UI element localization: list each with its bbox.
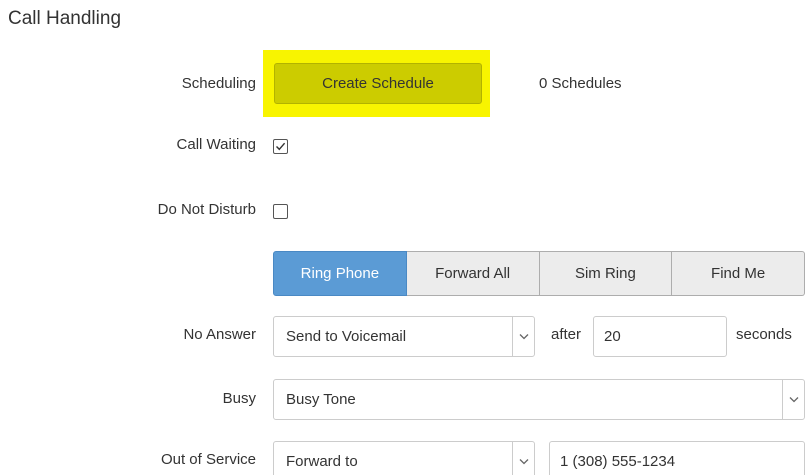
- call-handling-panel: Call Handling Scheduling Create Schedule…: [0, 0, 806, 475]
- create-schedule-button[interactable]: Create Schedule: [274, 63, 482, 104]
- tab-sim-ring[interactable]: Sim Ring: [539, 251, 673, 296]
- busy-select[interactable]: Busy Tone: [273, 379, 805, 420]
- out-of-service-label: Out of Service: [160, 451, 256, 468]
- tab-find-me[interactable]: Find Me: [672, 251, 805, 296]
- no-answer-timeout-input[interactable]: 20: [593, 316, 727, 357]
- schedules-count: 0 Schedules: [539, 75, 622, 92]
- do-not-disturb-checkbox[interactable]: [273, 204, 288, 219]
- no-answer-select[interactable]: Send to Voicemail: [273, 316, 535, 357]
- after-label: after: [551, 326, 582, 343]
- forward-number-input[interactable]: 1 (308) 555-1234: [549, 441, 805, 475]
- call-waiting-label: Call Waiting: [176, 136, 256, 153]
- scheduling-label: Scheduling: [181, 75, 256, 92]
- tab-forward-all[interactable]: Forward All: [406, 251, 540, 296]
- do-not-disturb-label: Do Not Disturb: [157, 201, 256, 218]
- seconds-label: seconds: [736, 326, 792, 343]
- out-of-service-select[interactable]: Forward to: [273, 441, 535, 475]
- chevron-down-icon: [782, 380, 804, 419]
- checkmark-icon: [276, 142, 286, 151]
- tab-ring-phone[interactable]: Ring Phone: [273, 251, 407, 296]
- chevron-down-icon: [512, 317, 534, 356]
- no-answer-select-value: Send to Voicemail: [286, 328, 407, 345]
- busy-label: Busy: [222, 390, 256, 407]
- section-title: Call Handling: [8, 8, 122, 29]
- busy-select-value: Busy Tone: [286, 391, 356, 408]
- call-mode-tabs: Ring Phone Forward All Sim Ring Find Me: [273, 251, 805, 296]
- chevron-down-icon: [512, 442, 534, 475]
- out-of-service-select-value: Forward to: [286, 453, 358, 470]
- call-waiting-checkbox[interactable]: [273, 139, 288, 154]
- no-answer-label: No Answer: [183, 326, 256, 343]
